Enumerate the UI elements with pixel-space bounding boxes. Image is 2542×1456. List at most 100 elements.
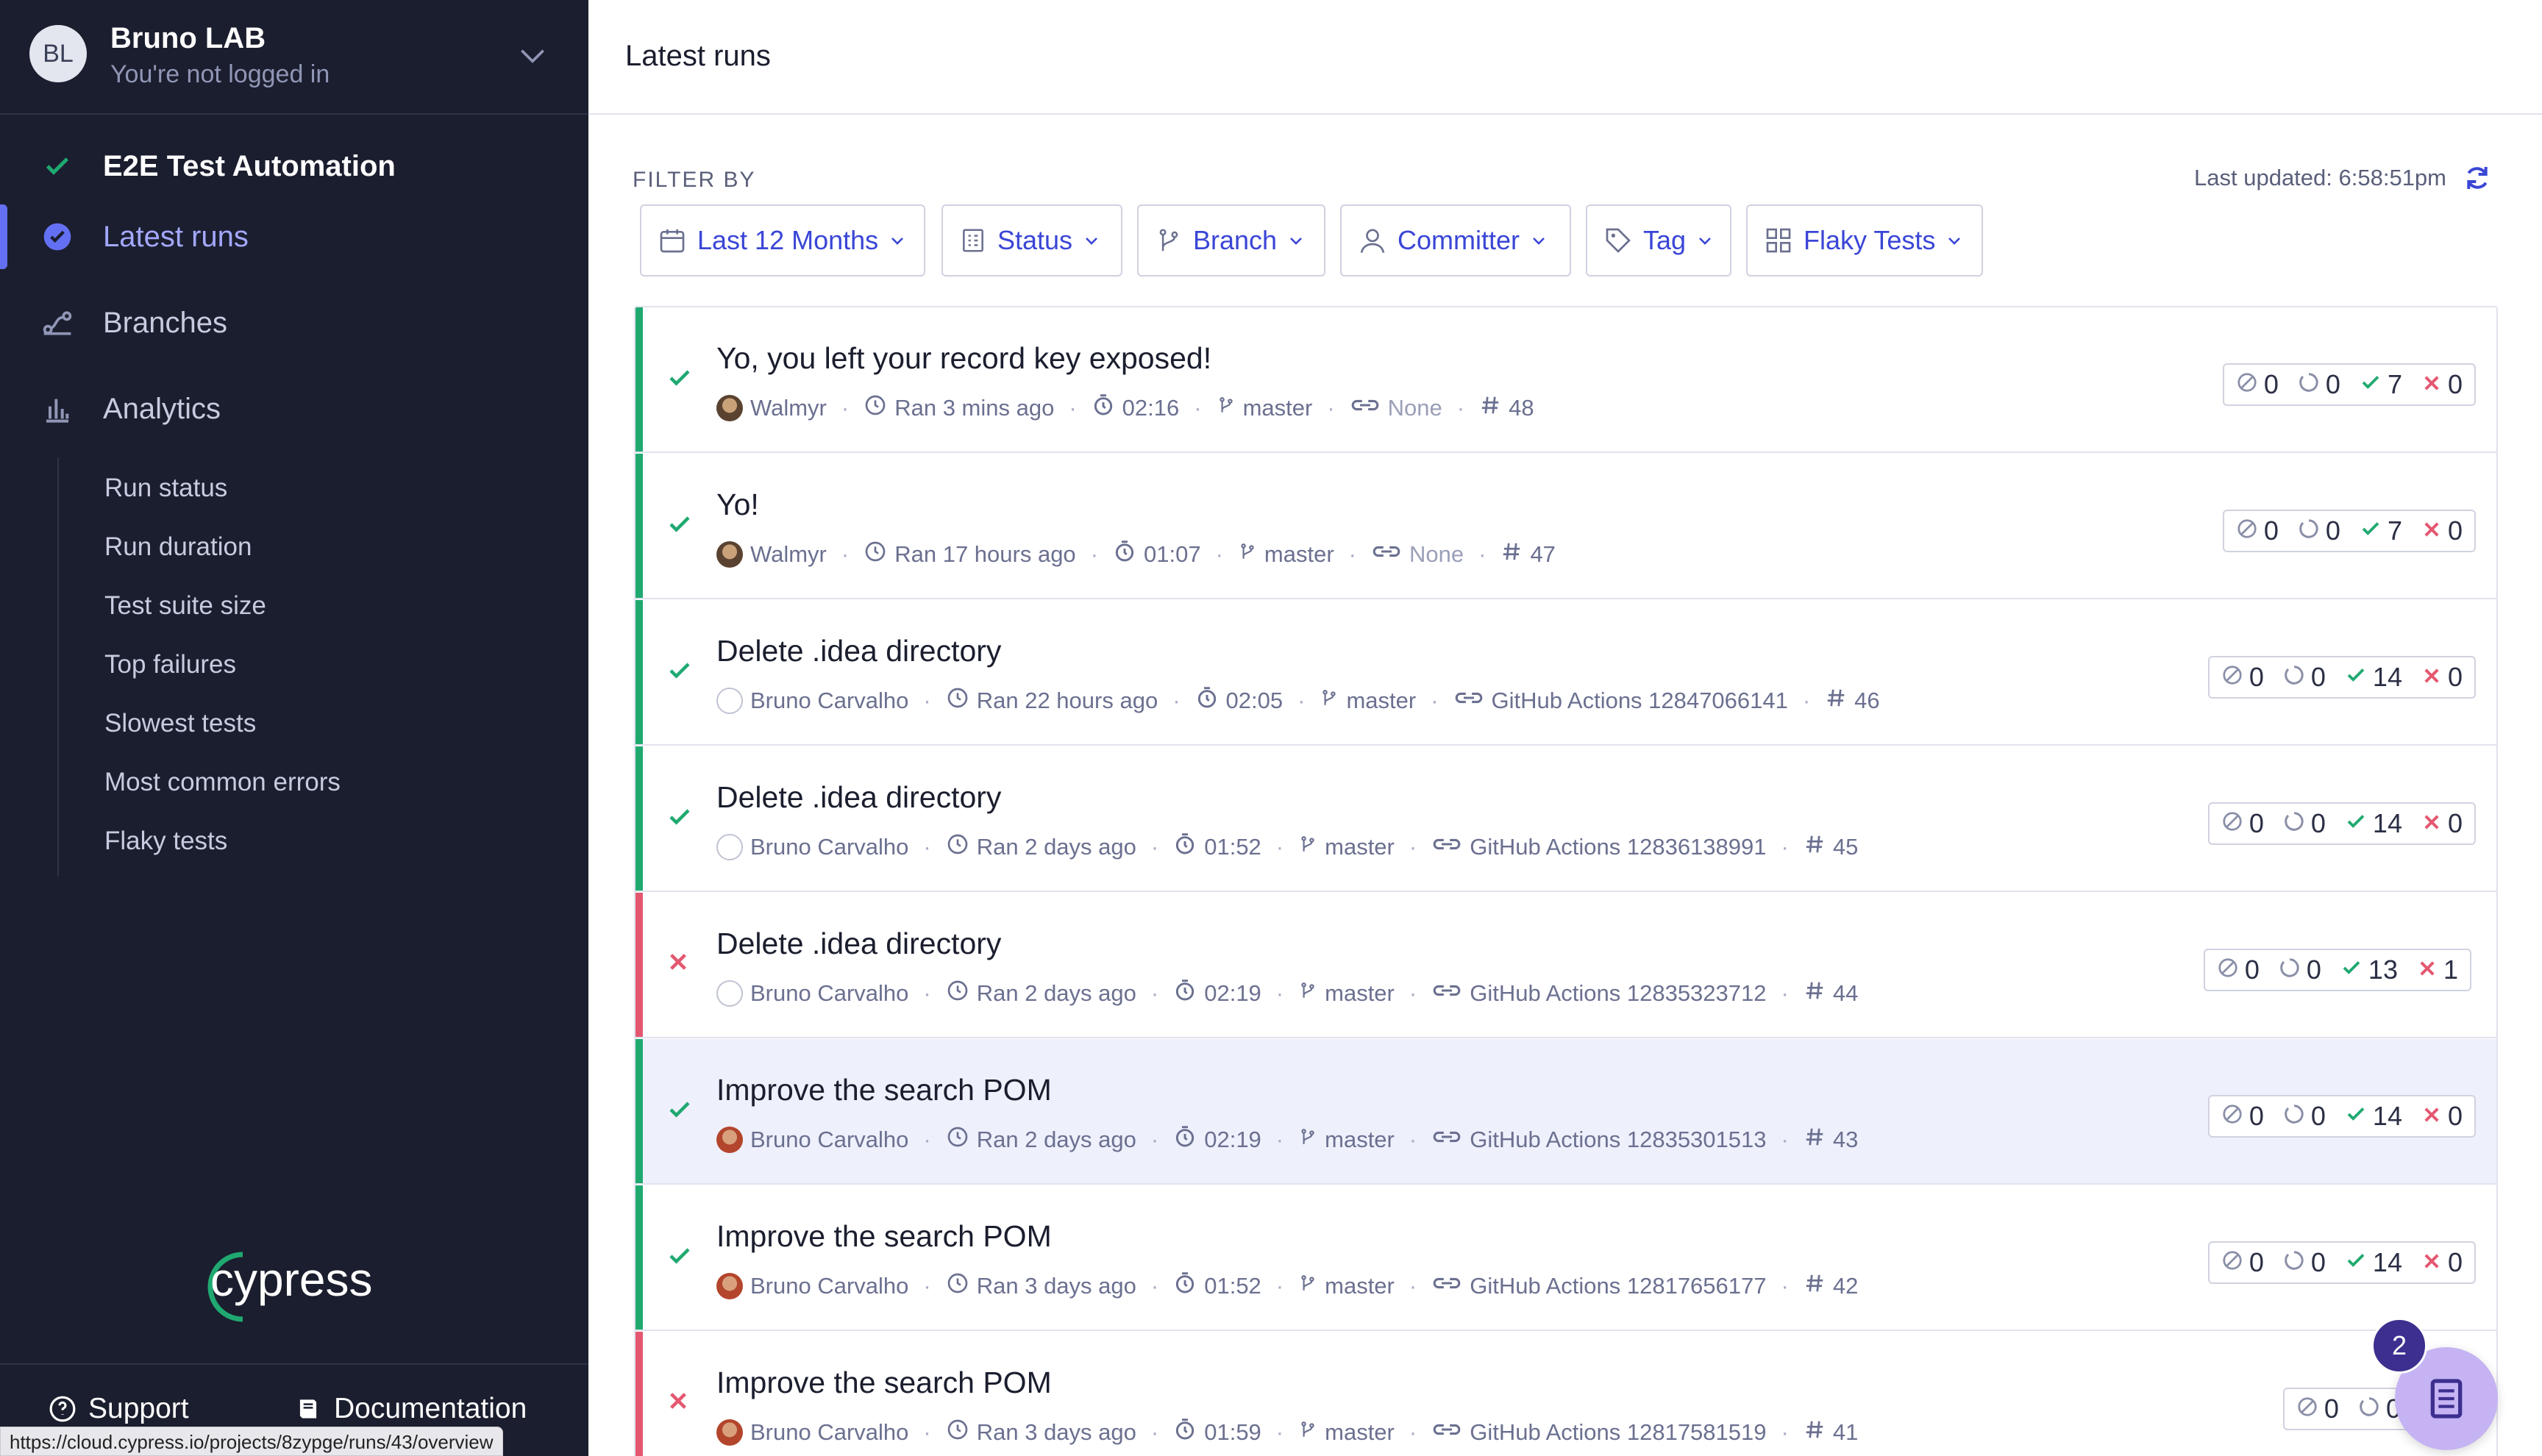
run-time: Ran 2 days ago — [946, 1125, 1136, 1155]
skipped-count-value: 0 — [2324, 1393, 2339, 1424]
check-icon — [2340, 954, 2363, 985]
run-number-text: 42 — [1832, 1273, 1859, 1299]
documentation-label: Documentation — [334, 1393, 527, 1424]
failed-count-value: 0 — [2447, 369, 2463, 399]
run-title[interactable]: Delete .idea directory — [716, 927, 1001, 961]
run-row[interactable]: Delete .idea directory Bruno Carvalho · … — [636, 600, 2496, 746]
run-number: 47 — [1500, 540, 1556, 568]
run-time: Ran 3 mins ago — [864, 393, 1054, 423]
run-title[interactable]: Delete .idea directory — [716, 780, 1001, 815]
filter-committer[interactable]: Committer — [1340, 204, 1571, 276]
chevron-down-icon — [1533, 238, 1545, 245]
timer-icon — [1173, 979, 1197, 1008]
failed-count-value: 0 — [2447, 808, 2463, 838]
subnav-most-common-errors[interactable]: Most common errors — [104, 768, 341, 797]
run-title[interactable]: Improve the search POM — [716, 1073, 1052, 1107]
calendar-icon — [660, 229, 685, 253]
support-link[interactable]: Support — [49, 1393, 189, 1425]
filter-tag[interactable]: Tag — [1586, 204, 1731, 276]
clock-icon — [864, 393, 887, 423]
separator: · — [1297, 688, 1306, 713]
skipped-count: 0 — [2221, 808, 2264, 839]
skipped-count-value: 0 — [2249, 1101, 2264, 1131]
branch-icon — [1298, 833, 1317, 861]
documentation-link[interactable]: Documentation — [294, 1393, 527, 1425]
run-time-text: Ran 2 days ago — [976, 1127, 1136, 1152]
filter-tag-label: Tag — [1643, 225, 1687, 255]
subnav-slowest-tests[interactable]: Slowest tests — [104, 709, 256, 738]
separator: · — [1194, 395, 1202, 421]
avatar — [716, 980, 743, 1007]
pending-count-value: 0 — [2325, 369, 2340, 399]
test-counts: 0 0 14 0 — [2207, 656, 2476, 699]
author-name: Bruno Carvalho — [750, 834, 909, 860]
run-row[interactable]: Delete .idea directory Bruno Carvalho · … — [636, 893, 2496, 1038]
filter-status[interactable]: Status — [941, 204, 1122, 276]
chevron-down-icon[interactable] — [516, 40, 549, 72]
separator: · — [1409, 1273, 1417, 1299]
branch-icon — [1320, 687, 1339, 715]
pending-count-value: 0 — [2310, 808, 2326, 838]
subnav-run-duration[interactable]: Run duration — [104, 532, 252, 562]
skipped-count: 0 — [2221, 1101, 2264, 1132]
run-author: Bruno Carvalho — [716, 980, 908, 1007]
hash-icon — [1825, 687, 1847, 715]
subnav-top-failures[interactable]: Top failures — [104, 650, 236, 679]
run-duration-text: 02:19 — [1204, 980, 1261, 1006]
run-ci-text: None — [1387, 395, 1442, 421]
nav-latest-runs[interactable]: Latest runs — [0, 201, 588, 272]
run-row[interactable]: Improve the search POM Bruno Carvalho · … — [636, 1185, 2496, 1331]
nav-analytics[interactable]: Analytics — [0, 374, 588, 444]
run-branch: master — [1217, 394, 1312, 422]
run-author: Bruno Carvalho — [716, 1127, 908, 1153]
run-title[interactable]: Improve the search POM — [716, 1366, 1052, 1400]
run-number: 44 — [1804, 979, 1858, 1007]
run-row[interactable]: Yo, you left your record key exposed! Wa… — [636, 307, 2496, 453]
run-time-text: Ran 3 days ago — [976, 1273, 1136, 1299]
passed-count-value: 7 — [2387, 515, 2402, 546]
run-title[interactable]: Improve the search POM — [716, 1219, 1052, 1254]
filter-date[interactable]: Last 12 Months — [640, 204, 925, 276]
test-counts: 0 0 14 0 — [2207, 802, 2476, 845]
run-row[interactable]: Improve the search POM Bruno Carvalho · … — [636, 1332, 2496, 1456]
run-time-text: Ran 2 days ago — [976, 834, 1136, 860]
run-branch-text: master — [1264, 541, 1334, 567]
run-time: Ran 2 days ago — [946, 979, 1136, 1008]
pass-icon — [666, 1096, 693, 1123]
hash-icon — [1804, 1272, 1826, 1300]
refresh-icon[interactable] — [2463, 163, 2492, 193]
org-switcher[interactable]: BL Bruno LAB You're not logged in — [0, 0, 588, 115]
cross-icon — [2421, 662, 2442, 693]
run-duration: 02:19 — [1173, 1125, 1261, 1155]
run-row[interactable]: Delete .idea directory Bruno Carvalho · … — [636, 746, 2496, 892]
passed-count: 14 — [2345, 662, 2402, 693]
pending-count: 0 — [2279, 954, 2321, 985]
failed-count: 0 — [2421, 1247, 2463, 1278]
pending-count-value: 0 — [2325, 515, 2340, 546]
nav-branches[interactable]: Branches — [0, 288, 588, 358]
hash-icon — [1804, 833, 1826, 861]
run-title[interactable]: Yo! — [716, 488, 759, 522]
filter-flaky-tests[interactable]: Flaky Tests — [1746, 204, 1983, 276]
run-number-text: 48 — [1509, 395, 1534, 421]
branches-icon — [40, 305, 75, 340]
subnav-flaky-tests[interactable]: Flaky tests — [104, 827, 227, 856]
run-branch-text: master — [1325, 834, 1395, 860]
run-branch: master — [1298, 1126, 1395, 1154]
subnav-test-suite-size[interactable]: Test suite size — [104, 591, 266, 621]
filter-branch[interactable]: Branch — [1137, 204, 1325, 276]
separator: · — [1172, 688, 1181, 713]
fail-icon — [666, 1389, 693, 1416]
run-number: 48 — [1479, 394, 1534, 422]
skipped-count: 0 — [2296, 1393, 2339, 1424]
check-icon — [2345, 662, 2367, 693]
run-title[interactable]: Delete .idea directory — [716, 634, 1001, 668]
subnav-run-status[interactable]: Run status — [104, 474, 227, 503]
failed-count-value: 0 — [2447, 662, 2463, 692]
run-row[interactable]: Improve the search POM Bruno Carvalho · … — [636, 1039, 2496, 1185]
nav-project[interactable]: E2E Test Automation — [0, 131, 588, 201]
branch-icon — [1298, 979, 1317, 1007]
run-title[interactable]: Yo, you left your record key exposed! — [716, 341, 1211, 376]
run-row[interactable]: Yo! Walmyr · Ran 17 hours ago · 01:07 · … — [636, 454, 2496, 599]
pass-icon — [666, 365, 693, 391]
